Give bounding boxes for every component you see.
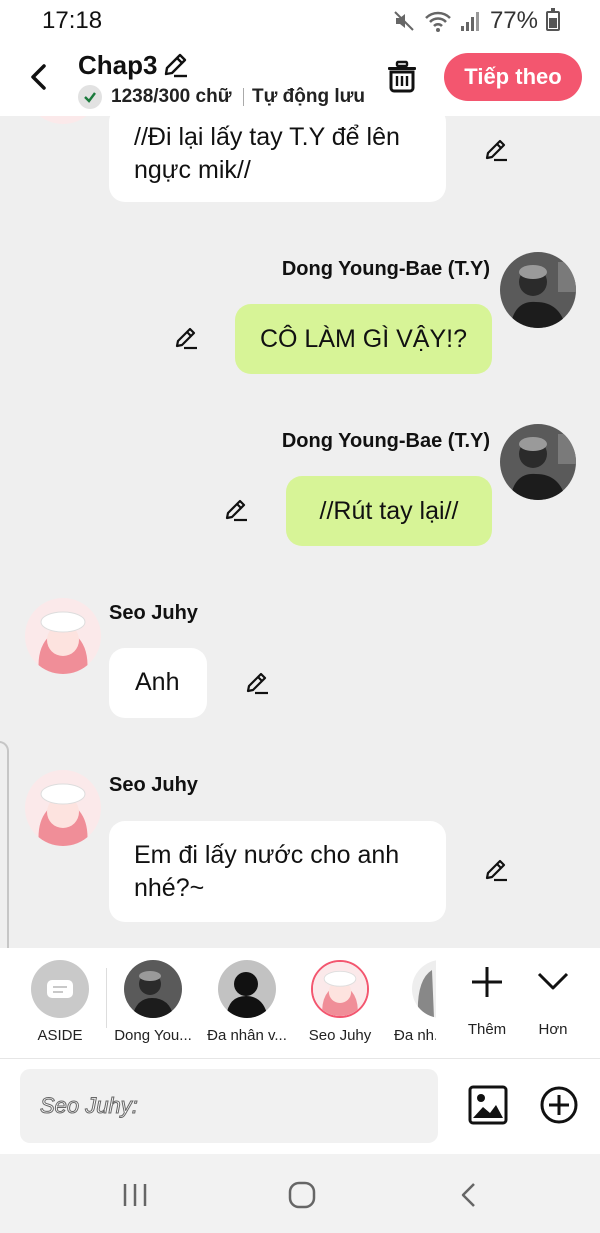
character-multi-2[interactable]: Đa nh... xyxy=(388,960,436,1044)
pencil-icon[interactable] xyxy=(160,50,190,80)
character-aside[interactable]: ASIDE xyxy=(15,960,105,1044)
character-label: ASIDE xyxy=(37,1027,83,1044)
avatar-dong-young-bae[interactable] xyxy=(500,252,576,328)
sender-name: Seo Juhy xyxy=(109,774,198,796)
battery-percent: 77% xyxy=(489,7,538,34)
trash-icon[interactable] xyxy=(384,58,420,94)
next-button[interactable]: Tiếp theo xyxy=(444,53,582,101)
home-icon[interactable] xyxy=(285,1178,319,1212)
avatar-seo-juhy[interactable] xyxy=(25,116,101,124)
status-time: 17:18 xyxy=(42,7,103,34)
image-icon[interactable] xyxy=(468,1085,508,1125)
add-label: Thêm xyxy=(467,1021,507,1038)
add-character-button[interactable]: Thêm xyxy=(455,962,519,1038)
plus-icon xyxy=(472,967,502,997)
character-dong-young-bae[interactable]: Dong You... xyxy=(108,960,198,1044)
input-placeholder: Seo Juhy: xyxy=(40,1093,139,1119)
character-label: Đa nh... xyxy=(394,1027,436,1044)
message-bubble[interactable]: //Rút tay lại// xyxy=(286,476,492,546)
sender-name: Seo Juhy xyxy=(109,602,198,624)
character-label: Đa nhân v... xyxy=(207,1027,287,1044)
character-picker: ASIDE Dong You... Đa nhân v... Seo Juhy … xyxy=(0,948,600,1058)
avatar-seo-juhy[interactable] xyxy=(25,770,101,846)
status-bar: 17:18 77% xyxy=(0,0,600,40)
pencil-icon[interactable] xyxy=(172,324,200,352)
message-bubble[interactable]: Em đi lấy nước cho anh nhé?~ xyxy=(109,821,446,922)
sender-name: Dong Young-Bae (T.Y) xyxy=(281,430,490,452)
recents-icon[interactable] xyxy=(118,1178,152,1212)
character-multi[interactable]: Đa nhân v... xyxy=(202,960,292,1044)
wifi-icon xyxy=(425,11,451,32)
avatar-dong-young-bae[interactable] xyxy=(500,424,576,500)
avatar xyxy=(311,960,369,1018)
message-input[interactable]: Seo Juhy: xyxy=(20,1069,438,1143)
message-text: Anh xyxy=(135,668,180,696)
message-bubble[interactable]: Anh xyxy=(109,648,207,718)
composer: Seo Juhy: xyxy=(0,1058,600,1154)
character-label: Seo Juhy xyxy=(308,1027,372,1044)
chapter-title[interactable]: Chap3 xyxy=(78,50,157,81)
pencil-icon[interactable] xyxy=(222,496,250,524)
editor-header: Chap3 1238/300 chữ Tự động lưu Tiếp theo xyxy=(0,40,600,116)
divider xyxy=(243,88,244,106)
avatar-seo-juhy[interactable] xyxy=(25,598,101,674)
message-bubble[interactable]: //Đi lại lấy tay T.Y để lên ngực mik// xyxy=(109,116,446,202)
check-icon xyxy=(78,85,102,109)
message-text: //Đi lại lấy tay T.Y để lên ngực mik// xyxy=(134,123,400,184)
pencil-icon[interactable] xyxy=(243,669,271,697)
sender-name: Dong Young-Bae (T.Y) xyxy=(281,258,490,280)
autosave-status: Tự động lưu xyxy=(252,86,365,107)
message-bubble[interactable]: CÔ LÀM GÌ VẬY!? xyxy=(235,304,492,374)
avatar xyxy=(412,960,436,1018)
chevron-down-icon xyxy=(537,972,569,990)
pencil-icon[interactable] xyxy=(482,136,510,164)
system-nav-bar xyxy=(0,1154,600,1233)
more-button[interactable]: Hơn xyxy=(521,962,585,1038)
mute-icon xyxy=(394,11,414,31)
more-label: Hơn xyxy=(538,1021,568,1038)
pencil-icon[interactable] xyxy=(482,856,510,884)
divider xyxy=(106,968,107,1028)
scroll-handle[interactable] xyxy=(0,741,9,948)
battery-icon xyxy=(546,8,560,31)
message-text: //Rút tay lại// xyxy=(319,496,459,525)
character-seo-juhy[interactable]: Seo Juhy xyxy=(295,960,385,1044)
plus-circle-icon[interactable] xyxy=(539,1085,579,1125)
avatar xyxy=(124,960,182,1018)
aside-icon xyxy=(31,960,89,1018)
word-count: 1238/300 chữ xyxy=(111,86,232,107)
status-icons: 77% xyxy=(392,7,560,35)
back-icon[interactable] xyxy=(453,1178,487,1212)
chat-area[interactable]: //Đi lại lấy tay T.Y để lên ngực mik// D… xyxy=(0,116,600,948)
signal-icon xyxy=(460,12,479,31)
back-arrow-icon[interactable] xyxy=(22,60,56,94)
avatar xyxy=(218,960,276,1018)
character-label: Dong You... xyxy=(114,1027,192,1044)
message-text: Em đi lấy nước cho anh nhé?~ xyxy=(134,841,400,902)
message-text: CÔ LÀM GÌ VẬY!? xyxy=(259,324,467,353)
